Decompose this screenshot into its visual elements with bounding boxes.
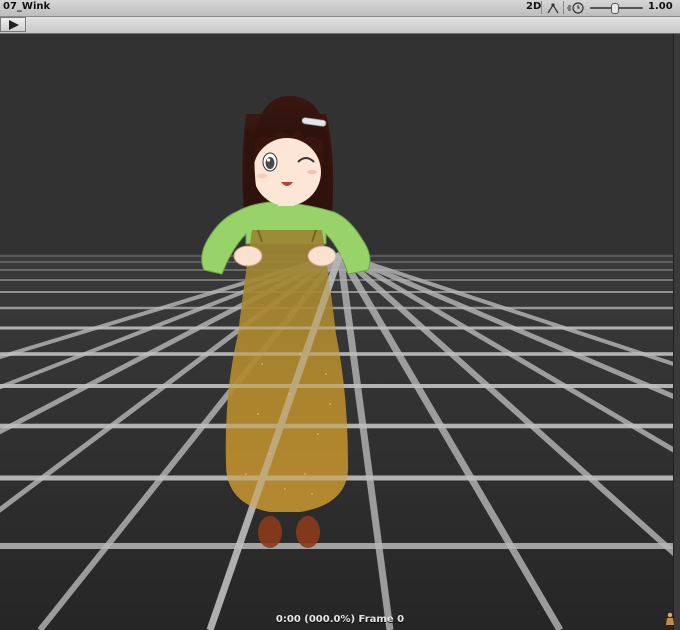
right-hand	[307, 245, 337, 267]
viewport-scrollbar[interactable]	[673, 34, 680, 630]
separator	[563, 1, 564, 14]
pivot-icon[interactable]	[545, 0, 561, 16]
play-button[interactable]	[0, 17, 26, 32]
playback-speed-slider-handle[interactable]	[610, 3, 619, 14]
left-hand	[233, 245, 263, 267]
window-title: 07_Wink	[3, 1, 51, 12]
frame-status: 0:00 (000.0%) Frame 0	[275, 614, 405, 625]
separator	[541, 1, 542, 14]
playback-speed-value: 1.00	[648, 1, 673, 12]
title-bar: 07_Wink 2D 1.00	[0, 0, 680, 17]
avatar-figure-icon[interactable]	[664, 612, 676, 626]
right-shoe	[296, 516, 320, 548]
playback-speed-icon	[567, 2, 584, 14]
scene-render	[0, 95, 680, 630]
left-shoe	[258, 516, 282, 548]
playback-toolbar	[0, 17, 680, 34]
scene-viewport[interactable]	[0, 34, 680, 630]
